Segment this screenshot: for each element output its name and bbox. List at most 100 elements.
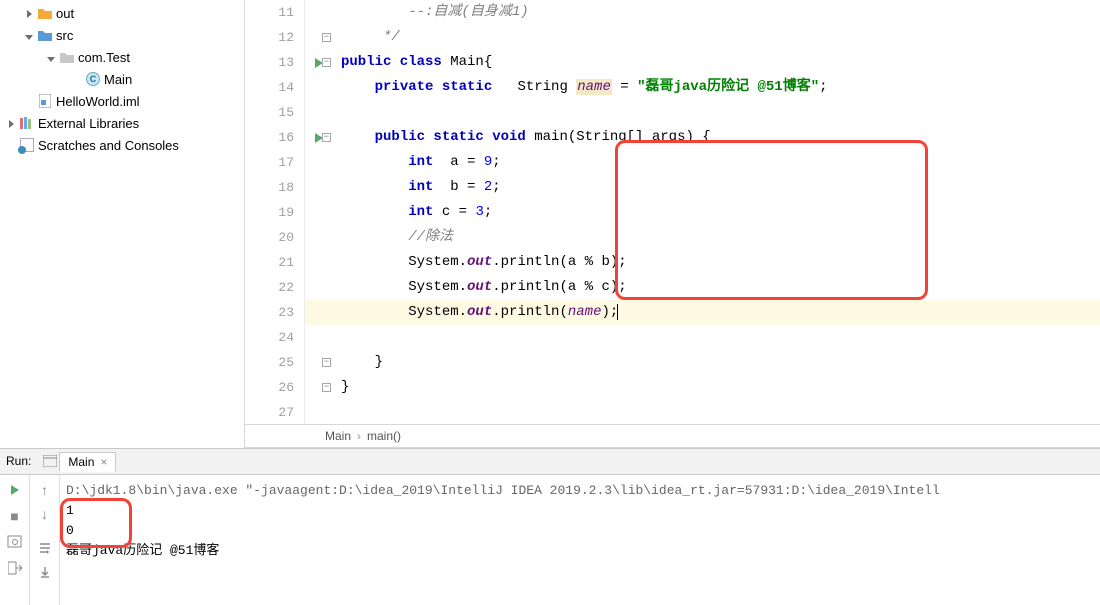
line-number[interactable]: 25 <box>245 350 305 375</box>
code-text[interactable]: System.out.println(a % b); <box>333 250 1100 275</box>
code-text[interactable]: System.out.println(name); <box>333 300 1100 325</box>
tree-item-main[interactable]: CMain <box>0 68 244 90</box>
run-tab[interactable]: Main × <box>59 452 116 472</box>
line-number[interactable]: 22 <box>245 275 305 300</box>
code-line-24[interactable]: 24 <box>245 325 1100 350</box>
line-number[interactable]: 14 <box>245 75 305 100</box>
code-line-18[interactable]: 18 int b = 2; <box>245 175 1100 200</box>
tree-label: src <box>54 28 73 43</box>
line-number[interactable]: 26 <box>245 375 305 400</box>
gutter-marks[interactable]: − <box>305 133 333 143</box>
fold-icon[interactable]: − <box>322 358 331 367</box>
code-line-20[interactable]: 20 //除法 <box>245 225 1100 250</box>
close-icon[interactable]: × <box>94 455 107 469</box>
folder-icon <box>36 7 54 19</box>
code-text[interactable]: System.out.println(a % c); <box>333 275 1100 300</box>
line-number[interactable]: 15 <box>245 100 305 125</box>
stop-button[interactable]: ■ <box>4 505 26 527</box>
class-icon: C <box>84 72 102 86</box>
fold-icon[interactable]: − <box>322 33 331 42</box>
breadcrumb-item[interactable]: main() <box>367 429 401 443</box>
chevron-down-icon[interactable] <box>22 28 36 43</box>
code-line-21[interactable]: 21 System.out.println(a % b); <box>245 250 1100 275</box>
libraries-icon <box>18 117 36 129</box>
chevron-right-icon[interactable] <box>22 6 36 21</box>
console-line: 磊哥java历险记 @51博客 <box>66 541 1094 561</box>
module-icon <box>36 94 54 108</box>
console-line: 1 <box>66 501 1094 521</box>
tree-item-external-libraries[interactable]: External Libraries <box>0 112 244 134</box>
chevron-right-icon[interactable] <box>4 116 18 131</box>
code-text[interactable]: } <box>333 375 1100 400</box>
line-number[interactable]: 24 <box>245 325 305 350</box>
chevron-down-icon[interactable] <box>44 50 58 65</box>
package-icon <box>58 51 76 63</box>
exit-button[interactable] <box>4 557 26 579</box>
scroll-to-end-button[interactable] <box>34 561 56 583</box>
code-line-22[interactable]: 22 System.out.println(a % c); <box>245 275 1100 300</box>
console-output[interactable]: D:\jdk1.8\bin\java.exe "-javaagent:D:\id… <box>60 475 1100 605</box>
breadcrumb-item[interactable]: Main <box>325 429 351 443</box>
down-button[interactable]: ↓ <box>34 503 56 525</box>
console-line: D:\jdk1.8\bin\java.exe "-javaagent:D:\id… <box>66 481 1094 501</box>
dump-threads-button[interactable] <box>4 531 26 553</box>
code-text[interactable]: int b = 2; <box>333 175 1100 200</box>
tree-item-helloworld-iml[interactable]: HelloWorld.iml <box>0 90 244 112</box>
line-number[interactable]: 18 <box>245 175 305 200</box>
code-line-15[interactable]: 15 <box>245 100 1100 125</box>
code-line-23[interactable]: 23 System.out.println(name); <box>245 300 1100 325</box>
up-button[interactable]: ↑ <box>34 479 56 501</box>
tree-item-scratches-and-consoles[interactable]: Scratches and Consoles <box>0 134 244 156</box>
line-number[interactable]: 23 <box>245 300 305 325</box>
source-folder-icon <box>36 29 54 41</box>
line-number[interactable]: 21 <box>245 250 305 275</box>
code-text[interactable]: private static String name = "磊哥java历险记 … <box>333 75 1100 100</box>
fold-icon[interactable]: − <box>322 383 331 392</box>
code-line-11[interactable]: 11 --:自减(自身减1) <box>245 0 1100 25</box>
run-panel-header: Run: Main × <box>0 449 1100 475</box>
code-text[interactable]: int c = 3; <box>333 200 1100 225</box>
code-line-13[interactable]: 13 −public class Main{ <box>245 50 1100 75</box>
code-text[interactable]: //除法 <box>333 225 1100 250</box>
code-text[interactable]: --:自减(自身减1) <box>333 0 1100 25</box>
project-tree: out srccom.Test CMain HelloWorld.iml Externa… <box>0 0 245 448</box>
line-number[interactable]: 27 <box>245 400 305 424</box>
run-label: Run: <box>6 454 31 468</box>
line-number[interactable]: 16 <box>245 125 305 150</box>
soft-wrap-button[interactable] <box>34 537 56 559</box>
line-number[interactable]: 19 <box>245 200 305 225</box>
breadcrumb: Main › main() <box>245 424 1100 448</box>
line-number[interactable]: 17 <box>245 150 305 175</box>
gutter-marks[interactable]: − <box>305 58 333 68</box>
code-line-16[interactable]: 16 − public static void main(String[] arg… <box>245 125 1100 150</box>
code-text[interactable]: */ <box>333 25 1100 50</box>
code-text[interactable]: public class Main{ <box>333 50 1100 75</box>
code-text[interactable]: public static void main(String[] args) { <box>333 125 1100 150</box>
run-toolbar-right: ↑ ↓ <box>30 475 60 605</box>
code-area[interactable]: 11 --:自减(自身减1)12− */13−public class Main… <box>245 0 1100 424</box>
code-line-26[interactable]: 26 −} <box>245 375 1100 400</box>
code-line-14[interactable]: 14 private static String name = "磊哥java历… <box>245 75 1100 100</box>
tree-label: HelloWorld.iml <box>54 94 140 109</box>
code-text[interactable]: } <box>333 350 1100 375</box>
line-number[interactable]: 11 <box>245 0 305 25</box>
code-line-12[interactable]: 12 − */ <box>245 25 1100 50</box>
tree-label: com.Test <box>76 50 130 65</box>
tree-label: External Libraries <box>36 116 139 131</box>
fold-icon[interactable]: − <box>322 133 331 142</box>
code-line-17[interactable]: 17 int a = 9; <box>245 150 1100 175</box>
line-number[interactable]: 13 <box>245 50 305 75</box>
application-icon <box>43 455 59 467</box>
code-line-19[interactable]: 19 int c = 3; <box>245 200 1100 225</box>
tree-item-src[interactable]: src <box>0 24 244 46</box>
scratches-icon <box>18 138 36 152</box>
code-line-27[interactable]: 27 <box>245 400 1100 424</box>
fold-icon[interactable]: − <box>322 58 331 67</box>
line-number[interactable]: 20 <box>245 225 305 250</box>
tree-item-com-test[interactable]: com.Test <box>0 46 244 68</box>
line-number[interactable]: 12 <box>245 25 305 50</box>
rerun-button[interactable] <box>4 479 26 501</box>
tree-item-out[interactable]: out <box>0 2 244 24</box>
code-text[interactable]: int a = 9; <box>333 150 1100 175</box>
code-line-25[interactable]: 25 − } <box>245 350 1100 375</box>
